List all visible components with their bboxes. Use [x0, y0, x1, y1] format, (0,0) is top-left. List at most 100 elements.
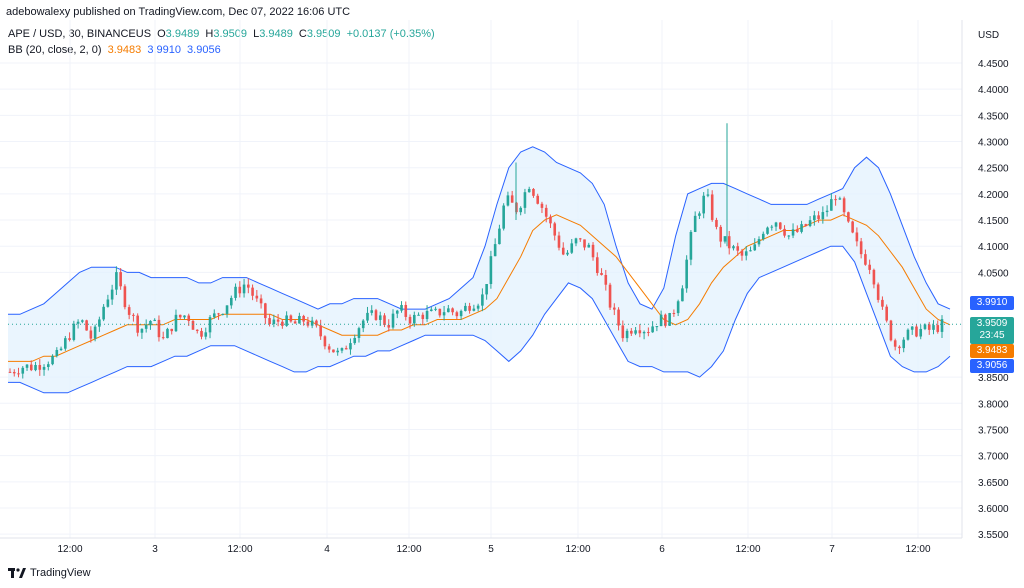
- candle-body: [906, 329, 910, 340]
- candle-body: [204, 332, 208, 337]
- x-tick-label: 4: [324, 544, 330, 555]
- candle-body: [613, 307, 616, 310]
- candle-body: [681, 288, 684, 302]
- candle-body: [778, 222, 782, 229]
- candle-body: [719, 226, 723, 242]
- candle: [685, 255, 688, 293]
- candle: [710, 190, 714, 222]
- x-tick-label: 12:00: [905, 544, 930, 555]
- candle-body: [21, 367, 25, 374]
- candle-body: [132, 314, 135, 316]
- candle-body: [498, 228, 501, 245]
- time-axis: 12:00 3 12:00 4 12:00 5 12:00 6 12:00 7 12:00: [57, 544, 930, 555]
- candle-body: [574, 238, 578, 244]
- currency-label: USD: [978, 30, 999, 41]
- candle-body: [212, 313, 216, 318]
- y-tick-label: 4.1500: [978, 216, 1009, 227]
- candle-body: [876, 284, 880, 300]
- x-tick-label: 12:00: [227, 544, 252, 555]
- candle-body: [395, 310, 399, 314]
- candle-body: [285, 315, 288, 326]
- candle-body: [89, 330, 93, 339]
- y-tick-label: 4.2000: [978, 190, 1009, 201]
- candle-body: [166, 328, 169, 339]
- candle-body: [510, 195, 514, 203]
- bollinger-band-fill: [8, 146, 950, 393]
- candle-body: [76, 321, 80, 324]
- candle-body: [902, 339, 905, 349]
- candle-body: [591, 244, 595, 258]
- candle-body: [72, 323, 76, 340]
- candle-body: [617, 309, 620, 326]
- candle-body: [127, 307, 131, 315]
- candle-body: [740, 250, 744, 256]
- candle-body: [319, 325, 322, 337]
- x-tick-label: 12:00: [57, 544, 82, 555]
- countdown: 23:45: [979, 330, 1005, 342]
- candle-body: [923, 324, 927, 329]
- candle-body: [357, 328, 361, 338]
- candle-body: [68, 338, 71, 340]
- candle-body: [898, 346, 901, 349]
- candle-body: [85, 320, 88, 331]
- candle-body: [115, 272, 118, 290]
- candle-body: [417, 314, 420, 316]
- candle-body: [344, 348, 348, 350]
- candle-body: [489, 256, 493, 285]
- candle-body: [387, 325, 391, 328]
- candle-body: [685, 259, 688, 289]
- footer-brand[interactable]: TradingView: [8, 567, 91, 579]
- candle-body: [936, 325, 940, 332]
- candle-body: [493, 244, 497, 257]
- candle-body: [306, 321, 310, 326]
- candle-body: [81, 320, 84, 322]
- candle-body: [451, 308, 454, 313]
- candle: [885, 304, 888, 323]
- candle-body: [255, 295, 259, 299]
- candle-body: [366, 312, 369, 321]
- candle-body: [523, 192, 527, 208]
- candle-body: [102, 306, 105, 320]
- candle-body: [587, 244, 591, 248]
- candle-body: [932, 325, 935, 330]
- candle-body: [578, 238, 582, 240]
- candle-body: [621, 325, 625, 339]
- tradingview-logo-icon: [8, 568, 26, 578]
- candle-body: [927, 324, 931, 330]
- y-tick-label: 4.1000: [978, 242, 1009, 253]
- candle-body: [51, 355, 54, 365]
- candle-body: [408, 316, 412, 324]
- candle-body: [910, 326, 914, 330]
- candle-body: [289, 315, 293, 322]
- candle: [778, 222, 782, 230]
- candle-body: [268, 318, 271, 325]
- candle: [64, 335, 67, 351]
- candle-body: [144, 324, 148, 329]
- candle-body: [855, 232, 859, 242]
- candle-body: [468, 305, 471, 311]
- candle-body: [706, 194, 710, 196]
- candle-body: [349, 343, 352, 350]
- candle-body: [195, 329, 199, 331]
- candle-body: [536, 195, 540, 204]
- candle-body: [817, 215, 820, 220]
- candle-body: [59, 348, 63, 350]
- candle-body: [29, 364, 33, 371]
- candle-body: [689, 231, 693, 260]
- candle-body: [600, 272, 603, 275]
- candle-body: [825, 210, 829, 213]
- candle-body: [340, 348, 344, 351]
- candle-body: [893, 340, 897, 347]
- upper-band-tag: 3.9910: [970, 296, 1014, 311]
- candle-body: [676, 301, 680, 314]
- price-chart[interactable]: USD 4.4500 4.4000 4.3500 4.3000 4.2500 4.2000…: [0, 0, 1024, 588]
- candle-body: [595, 257, 599, 273]
- candle-body: [378, 315, 382, 320]
- candle-body: [770, 226, 774, 228]
- candle-body: [502, 205, 505, 229]
- candle-body: [859, 241, 863, 255]
- candle-body: [391, 313, 395, 328]
- candle: [489, 250, 493, 289]
- candle-body: [323, 336, 327, 347]
- candle-body: [247, 284, 250, 288]
